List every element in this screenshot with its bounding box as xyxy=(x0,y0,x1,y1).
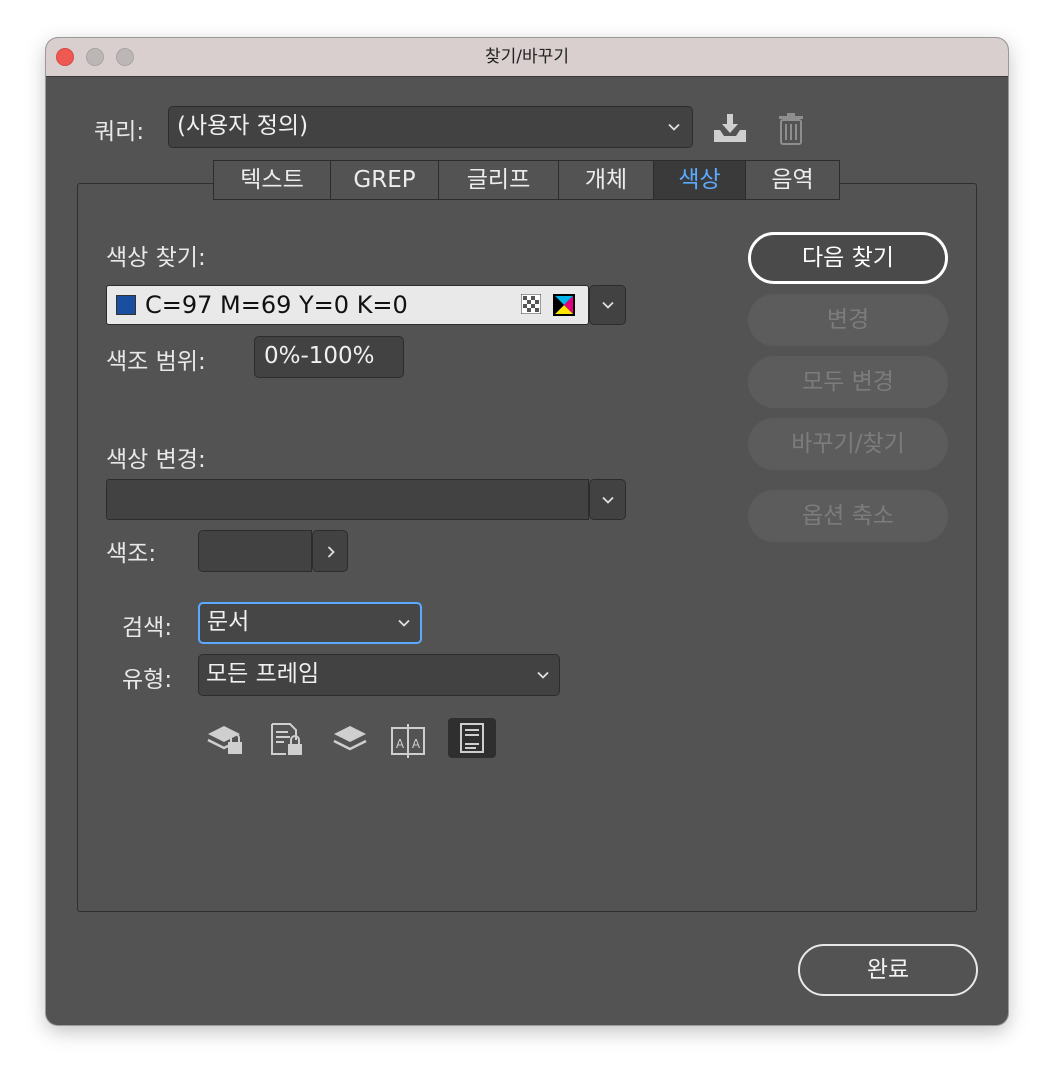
include-footnotes-icon[interactable] xyxy=(448,718,496,758)
cmyk-process-icon xyxy=(553,294,575,316)
chevron-down-icon xyxy=(668,121,680,133)
find-change-dialog: 찾기/바꾸기 쿼리: (사용자 정의) 텍스트 GREP 글리프 개체 색상 음… xyxy=(46,38,1008,1025)
tab-transliterate[interactable]: 음역 xyxy=(745,160,840,200)
include-hidden-layers-icon[interactable] xyxy=(330,720,370,760)
chevron-right-icon xyxy=(325,546,337,558)
frame-type-select[interactable]: 모든 프레임 xyxy=(198,654,560,696)
search-scope-value: 문서 xyxy=(207,609,250,635)
query-value: (사용자 정의) xyxy=(177,113,309,139)
find-color-label: 색상 찾기: xyxy=(106,245,206,271)
change-color-label: 색상 변경: xyxy=(106,447,206,473)
find-color-value: C=97 M=69 Y=0 K=0 xyxy=(145,291,408,319)
title-bar: 찾기/바꾸기 xyxy=(46,38,1008,77)
tint-range-label: 색조 범위: xyxy=(106,349,206,375)
change-color-dropdown-button[interactable] xyxy=(589,479,626,520)
tab-text[interactable]: 텍스트 xyxy=(213,160,330,200)
change-find-button[interactable]: 바꾸기/찾기 xyxy=(748,418,948,470)
include-locked-stories-icon[interactable] xyxy=(268,720,308,760)
chevron-down-icon xyxy=(602,494,614,506)
svg-text:A: A xyxy=(412,737,421,751)
chevron-down-icon xyxy=(537,669,549,681)
include-master-pages-icon[interactable]: A A xyxy=(388,720,428,760)
tint-stepper-button[interactable] xyxy=(312,530,348,572)
tint-label: 색조: xyxy=(106,541,157,567)
find-next-button[interactable]: 다음 찾기 xyxy=(748,232,948,284)
fewer-options-button[interactable]: 옵션 축소 xyxy=(748,490,948,542)
type-label: 유형: xyxy=(122,667,173,693)
svg-text:A: A xyxy=(396,737,405,751)
window-title: 찾기/바꾸기 xyxy=(485,47,569,67)
tint-range-field[interactable]: 0%-100% xyxy=(254,336,404,378)
done-button[interactable]: 완료 xyxy=(798,944,978,996)
delete-query-icon[interactable] xyxy=(776,112,806,146)
search-scope-select[interactable]: 문서 xyxy=(198,602,422,644)
tint-field[interactable] xyxy=(198,530,312,572)
query-select[interactable]: (사용자 정의) xyxy=(168,106,693,148)
include-locked-layers-icon[interactable] xyxy=(204,720,248,760)
change-all-button[interactable]: 모두 변경 xyxy=(748,356,948,408)
save-query-icon[interactable] xyxy=(712,112,748,144)
tab-object[interactable]: 개체 xyxy=(558,160,653,200)
color-swatch xyxy=(116,295,136,315)
tab-grep[interactable]: GREP xyxy=(330,160,438,200)
gradient-swatch-icon xyxy=(520,293,542,315)
change-button[interactable]: 변경 xyxy=(748,294,948,346)
tint-range-value: 0%-100% xyxy=(264,343,375,369)
frame-type-value: 모든 프레임 xyxy=(206,661,320,687)
tab-glyph[interactable]: 글리프 xyxy=(438,160,558,200)
tab-bar: 텍스트 GREP 글리프 개체 색상 음역 xyxy=(213,160,840,200)
find-color-dropdown-button[interactable] xyxy=(589,285,626,325)
tab-color[interactable]: 색상 xyxy=(653,160,745,200)
query-label: 쿼리: xyxy=(94,119,145,145)
search-label: 검색: xyxy=(122,615,173,641)
chevron-down-icon xyxy=(602,299,614,311)
find-color-field[interactable]: C=97 M=69 Y=0 K=0 xyxy=(106,285,589,325)
chevron-down-icon xyxy=(398,617,410,629)
change-color-field[interactable] xyxy=(106,479,589,520)
